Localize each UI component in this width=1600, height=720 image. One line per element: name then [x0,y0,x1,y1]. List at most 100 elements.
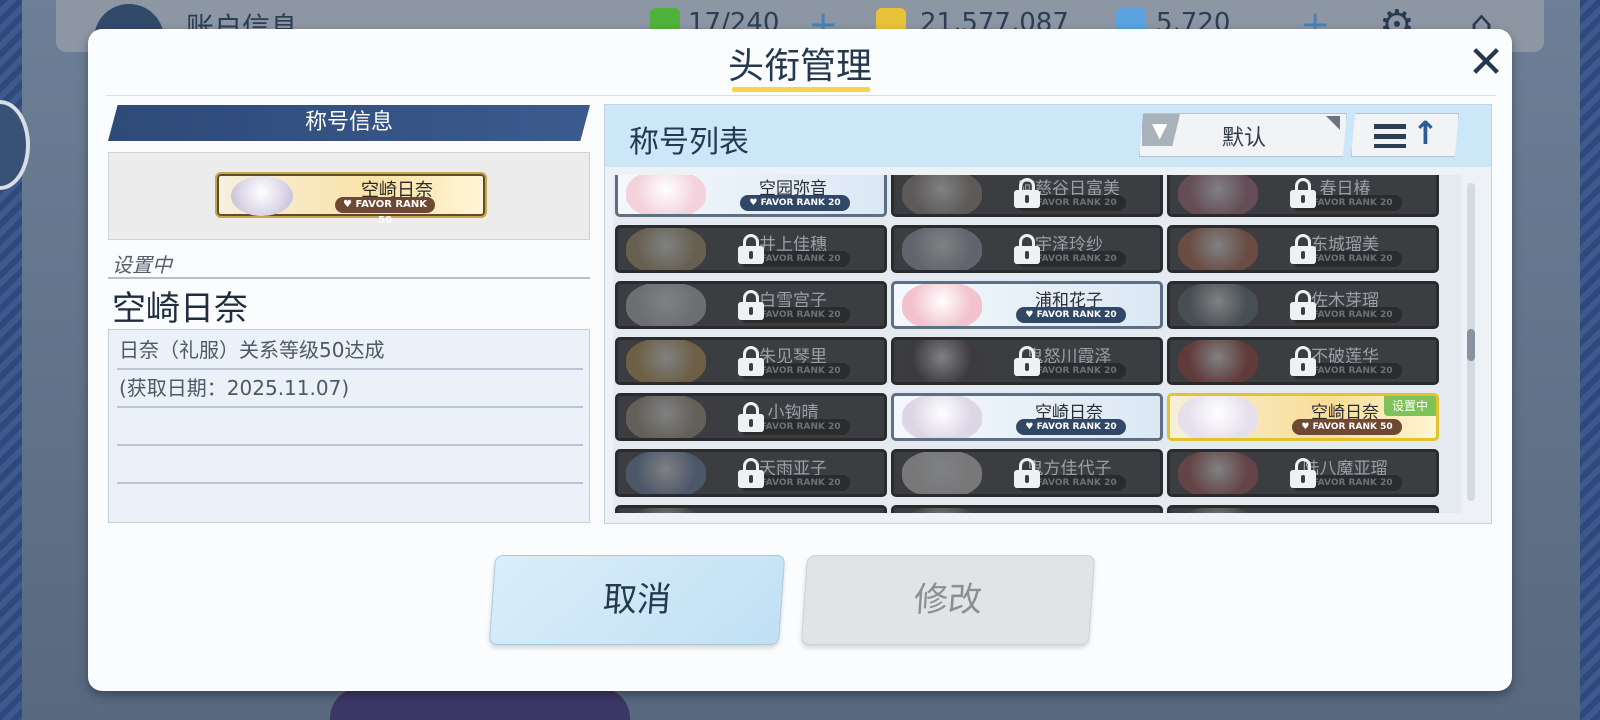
rank-text: FAVOR RANK 20 [1036,310,1117,320]
background-stripe-right [1580,0,1600,720]
background-character [330,688,630,720]
title-list-heading: 称号列表 [629,125,749,160]
current-title-badge: 空崎日奈 ♥ FAVOR RANK 50 [215,172,487,226]
rank-text: FAVOR RANK 20 [760,422,841,432]
lock-icon [738,234,764,264]
title-card-rank: ♥ FAVOR RANK 50 [1292,419,1402,435]
title-card[interactable]: 鬼方佳代子♥ FAVOR RANK 20 [891,449,1163,497]
title-card[interactable]: 浦和花子 ♥ FAVOR RANK 20 [891,281,1163,329]
rank-text: FAVOR RANK 20 [760,366,841,376]
lock-icon [738,458,764,488]
character-portrait [902,452,982,494]
lock-icon [1290,290,1316,320]
character-portrait [1178,340,1258,382]
description-line [117,408,583,446]
character-portrait [626,508,706,513]
lock-icon [1290,346,1316,376]
heart-icon: ♥ [1025,310,1037,320]
sort-button[interactable]: ↑ [1351,113,1459,157]
lock-icon [1290,234,1316,264]
lock-icon [1290,178,1316,208]
title-card[interactable]: 小钩晴♥ FAVOR RANK 20 [615,393,887,441]
title-card[interactable]: 宇泽玲纱♥ FAVOR RANK 20 [891,225,1163,273]
character-portrait [626,228,706,270]
title-card[interactable]: 陆八魔亚瑠♥ FAVOR RANK 20 [1167,449,1439,497]
title-card[interactable]: 白雪宫子♥ FAVOR RANK 20 [615,281,887,329]
title-card[interactable]: 朱见琴里♥ FAVOR RANK 20 [615,337,887,385]
title-card-rank: ♥ FAVOR RANK 20 [740,195,850,211]
character-portrait [902,396,982,438]
title-card-rank: ♥ FAVOR RANK 20 [1016,307,1126,323]
rank-text: FAVOR RANK 20 [1036,422,1117,432]
title-card[interactable] [1167,505,1439,513]
character-portrait [1178,396,1258,438]
rank-text: FAVOR RANK 20 [1036,254,1117,264]
lock-icon [738,346,764,376]
character-portrait [1178,284,1258,326]
title-card[interactable]: 阿慈谷日富美♥ FAVOR RANK 20 [891,175,1163,217]
setting-divider [108,277,590,279]
title-management-dialog: 头衔管理 ✕ 称号信息 空崎日奈 ♥ FAVOR RANK 50 设置中 空崎日… [88,29,1512,691]
rank-text: FAVOR RANK 20 [760,254,841,264]
character-portrait [902,508,982,513]
badge-rank: ♥ FAVOR RANK 50 [335,197,435,226]
title-card-rank: ♥ FAVOR RANK 20 [1016,419,1126,435]
cancel-button[interactable]: 取消 [488,555,786,645]
title-card[interactable] [615,505,887,513]
description-line: 日奈（礼服）关系等级50达成 [117,332,583,370]
title-card[interactable]: 佐木芽瑠♥ FAVOR RANK 20 [1167,281,1439,329]
rank-text: FAVOR RANK 20 [1312,254,1393,264]
heart-icon: ♥ [1301,422,1313,432]
filter-button[interactable]: ▼ 默认 [1139,113,1347,157]
character-portrait [231,176,293,216]
title-card-selected[interactable]: 空崎日奈 ♥ FAVOR RANK 50 设置中 [1167,393,1439,441]
rank-text: FAVOR RANK 20 [760,478,841,488]
rank-text: FAVOR RANK 20 [760,310,841,320]
modify-button[interactable]: 修改 [800,555,1096,645]
character-portrait [902,284,982,326]
character-portrait [626,284,706,326]
character-portrait [1178,228,1258,270]
rank-text: FAVOR RANK 20 [760,198,841,208]
title-card[interactable]: 不破莲华♥ FAVOR RANK 20 [1167,337,1439,385]
character-portrait [626,175,706,214]
title-card[interactable]: 空崎日奈 ♥ FAVOR RANK 20 [891,393,1163,441]
character-portrait [1178,175,1258,214]
character-portrait [626,340,706,382]
heart-icon: ♥ [749,198,761,208]
title-underline [732,87,870,92]
sort-bars-icon [1374,124,1406,148]
lock-icon [1014,346,1040,376]
current-title-name: 空崎日奈 [112,289,248,329]
title-preview-box: 空崎日奈 ♥ FAVOR RANK 50 [108,152,590,240]
title-card[interactable]: 空园弥音 ♥ FAVOR RANK 20 [615,175,887,217]
lock-icon [738,402,764,432]
title-card[interactable]: 东城瑠美♥ FAVOR RANK 20 [1167,225,1439,273]
title-card[interactable]: 天雨亚子♥ FAVOR RANK 20 [615,449,887,497]
title-card[interactable]: 井上佳穗♥ FAVOR RANK 20 [615,225,887,273]
character-portrait [626,396,706,438]
title-grid: 空园弥音♥ FAVOR RANK 20阿慈谷日富美♥ FAVOR RANK 20… [613,175,1461,513]
rank-text: FAVOR RANK 20 [1312,198,1393,208]
character-portrait [902,340,982,382]
scrollbar-thumb[interactable] [1467,329,1475,361]
rank-text: FAVOR RANK 20 [1312,478,1393,488]
dialog-title: 头衔管理 [727,46,872,87]
lock-icon [1014,458,1040,488]
character-portrait [902,228,982,270]
close-icon[interactable]: ✕ [1458,35,1512,91]
title-card[interactable]: 鬼怒川霞泽♥ FAVOR RANK 20 [891,337,1163,385]
dropdown-corner-icon [1326,116,1340,130]
list-scrollbar[interactable] [1467,183,1475,501]
lock-icon [738,290,764,320]
lock-icon [1290,458,1316,488]
title-card[interactable]: 春日椿♥ FAVOR RANK 20 [1167,175,1439,217]
rank-text: FAVOR RANK 20 [1312,366,1393,376]
rank-text: FAVOR RANK 20 [1036,478,1117,488]
filter-label: 默认 [1221,126,1266,151]
title-description-box: 日奈（礼服）关系等级50达成 (获取日期：2025.11.07) [108,329,590,523]
character-portrait [902,175,982,214]
title-card[interactable] [891,505,1163,513]
rank-text: FAVOR RANK 20 [1312,310,1393,320]
heart-icon: ♥ [1025,422,1037,432]
